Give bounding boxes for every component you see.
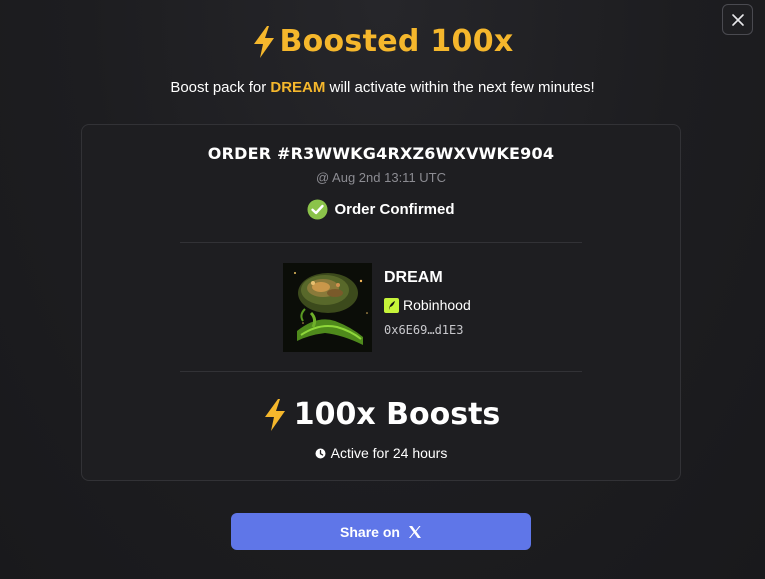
subtitle-suffix: will activate within the next few minute… [325,79,595,96]
share-button-label: Share on [340,523,400,540]
order-status: Order Confirmed [82,199,680,220]
robinhood-chain-icon [384,297,399,313]
check-circle-icon [307,199,328,220]
token-details: DREAM Robinhood 0x6E69…d1E3 [283,263,471,352]
chain-name: Robinhood [403,297,471,313]
boost-duration: Active for 24 hours [82,445,680,461]
clock-icon [315,448,326,458]
subtitle-prefix: Boost pack for [170,79,271,96]
order-summary-card: ORDER #R3WWKG4RXZ6WXVWKE904 @ Aug 2nd 13… [81,124,681,481]
subtitle-token: DREAM [270,79,326,96]
token-symbol: DREAM [384,269,443,286]
chain-row: Robinhood [384,297,471,313]
x-logo-icon [408,525,421,538]
divider [180,371,582,372]
token-avatar-image [283,263,372,352]
modal-subtitle: Boost pack for DREAM will activate withi… [0,79,765,96]
token-info: DREAM Robinhood 0x6E69…d1E3 [384,263,471,352]
modal-title: Boosted 100x [0,24,765,59]
share-on-x-button[interactable]: Share on [231,513,531,550]
boost-duration-label: Active for 24 hours [330,445,448,461]
boost-amount: 100x Boosts [82,397,680,432]
divider [180,242,582,243]
order-id: ORDER #R3WWKG4RXZ6WXVWKE904 [207,144,555,163]
lightning-bolt-icon [264,398,285,431]
boost-confirmation-modal: Boosted 100x Boost pack for DREAM will a… [0,0,765,579]
token-address[interactable]: 0x6E69…d1E3 [384,323,471,337]
lightning-bolt-icon [254,25,275,58]
order-date: @ Aug 2nd 13:11 UTC [315,170,447,185]
boost-amount-label: 100x Boosts [293,397,501,432]
modal-title-text: Boosted 100x [279,24,514,59]
order-status-label: Order Confirmed [334,201,455,218]
